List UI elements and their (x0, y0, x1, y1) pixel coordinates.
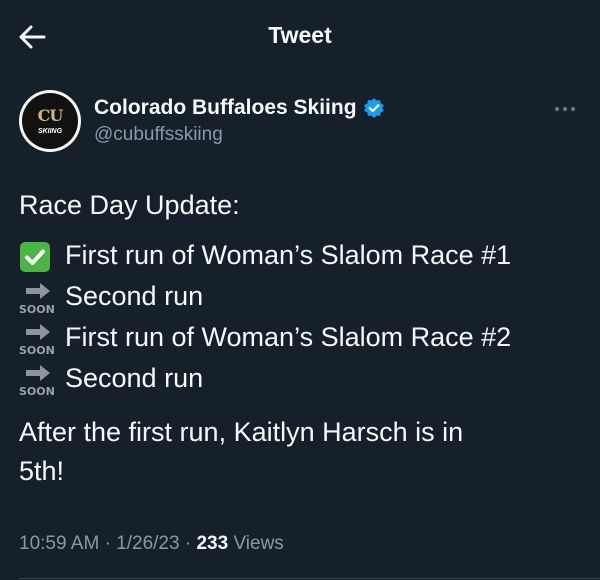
avatar-label: SKIING (37, 128, 63, 135)
list-item-text: Second run (65, 281, 204, 311)
author-handle[interactable]: @cubuffsskiing (94, 124, 223, 146)
soon-arrow-icon: SOON (19, 322, 55, 362)
more-dot-icon (571, 107, 575, 111)
tweet-time[interactable]: 10:59 AM (19, 533, 99, 554)
more-dot-icon (555, 107, 559, 111)
views-count[interactable]: 233 (196, 533, 228, 554)
more-dot-icon (563, 107, 567, 111)
tweet-metadata: 10:59 AM · 1/26/23 · 233 Views (19, 533, 284, 555)
list-item-text: Second run (65, 363, 204, 393)
check-mark-icon (20, 242, 50, 272)
meta-separator: · (104, 533, 111, 554)
soon-arrow-icon: SOON (19, 363, 55, 403)
list-item-text: First run of Woman’s Slalom Race #1 (65, 240, 512, 270)
avatar-monogram: CU (37, 106, 64, 125)
divider (19, 578, 600, 579)
tweet-author-header: CU SKIING Colorado Buffaloes Skiing @cub… (0, 82, 600, 162)
tweet-date[interactable]: 1/26/23 (116, 533, 179, 554)
soon-arrow-icon: SOON (19, 281, 55, 321)
meta-separator: · (184, 533, 192, 554)
verified-badge-icon (364, 98, 384, 118)
views-label[interactable]: Views (233, 533, 283, 554)
avatar[interactable]: CU SKIING (19, 90, 81, 152)
page-title: Tweet (268, 22, 332, 48)
top-bar: Tweet (0, 0, 600, 74)
author-display-name[interactable]: Colorado Buffaloes Skiing (94, 96, 357, 120)
more-options-button[interactable] (555, 104, 579, 114)
list-item-text: First run of Woman’s Slalom Race #2 (65, 322, 512, 352)
